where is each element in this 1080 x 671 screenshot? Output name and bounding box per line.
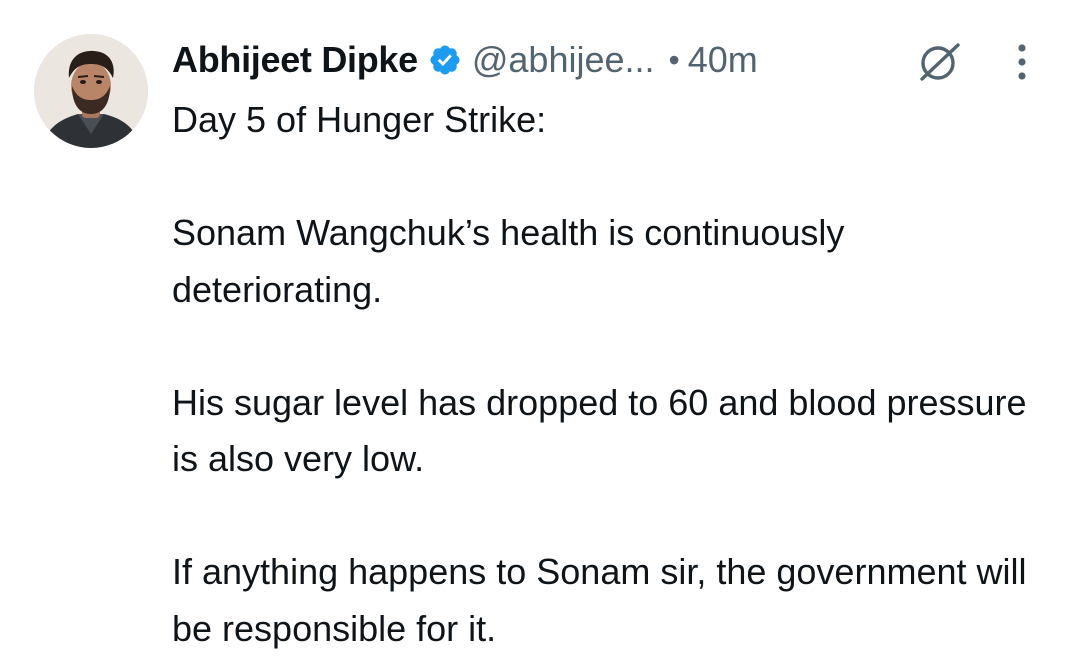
timestamp[interactable]: 40m xyxy=(688,39,758,81)
tweet-line: Day 5 of Hunger Strike: xyxy=(172,99,547,140)
tweet-header: Abhijeet Dipke @abhijee... • 40m xyxy=(172,36,758,84)
tweet[interactable]: Abhijeet Dipke @abhijee... • 40m Day 5 o… xyxy=(0,0,1080,671)
tweet-line: Sonam Wangchuk’s health is continuously … xyxy=(172,212,845,310)
verified-badge-icon xyxy=(428,43,462,77)
separator-dot: • xyxy=(668,41,680,78)
avatar-image xyxy=(34,34,148,148)
author-display-name[interactable]: Abhijeet Dipke xyxy=(172,39,418,81)
tweet-line: His sugar level has dropped to 60 and bl… xyxy=(172,381,1027,480)
more-options-icon[interactable] xyxy=(1008,40,1036,84)
grok-icon[interactable] xyxy=(914,40,966,84)
tweet-text: Day 5 of Hunger Strike: Sonam Wangchuk’s… xyxy=(172,92,1052,657)
avatar[interactable] xyxy=(34,34,148,148)
author-handle[interactable]: @abhijee... xyxy=(472,39,655,81)
tweet-line: If anything happens to Sonam sir, the go… xyxy=(172,551,1027,649)
